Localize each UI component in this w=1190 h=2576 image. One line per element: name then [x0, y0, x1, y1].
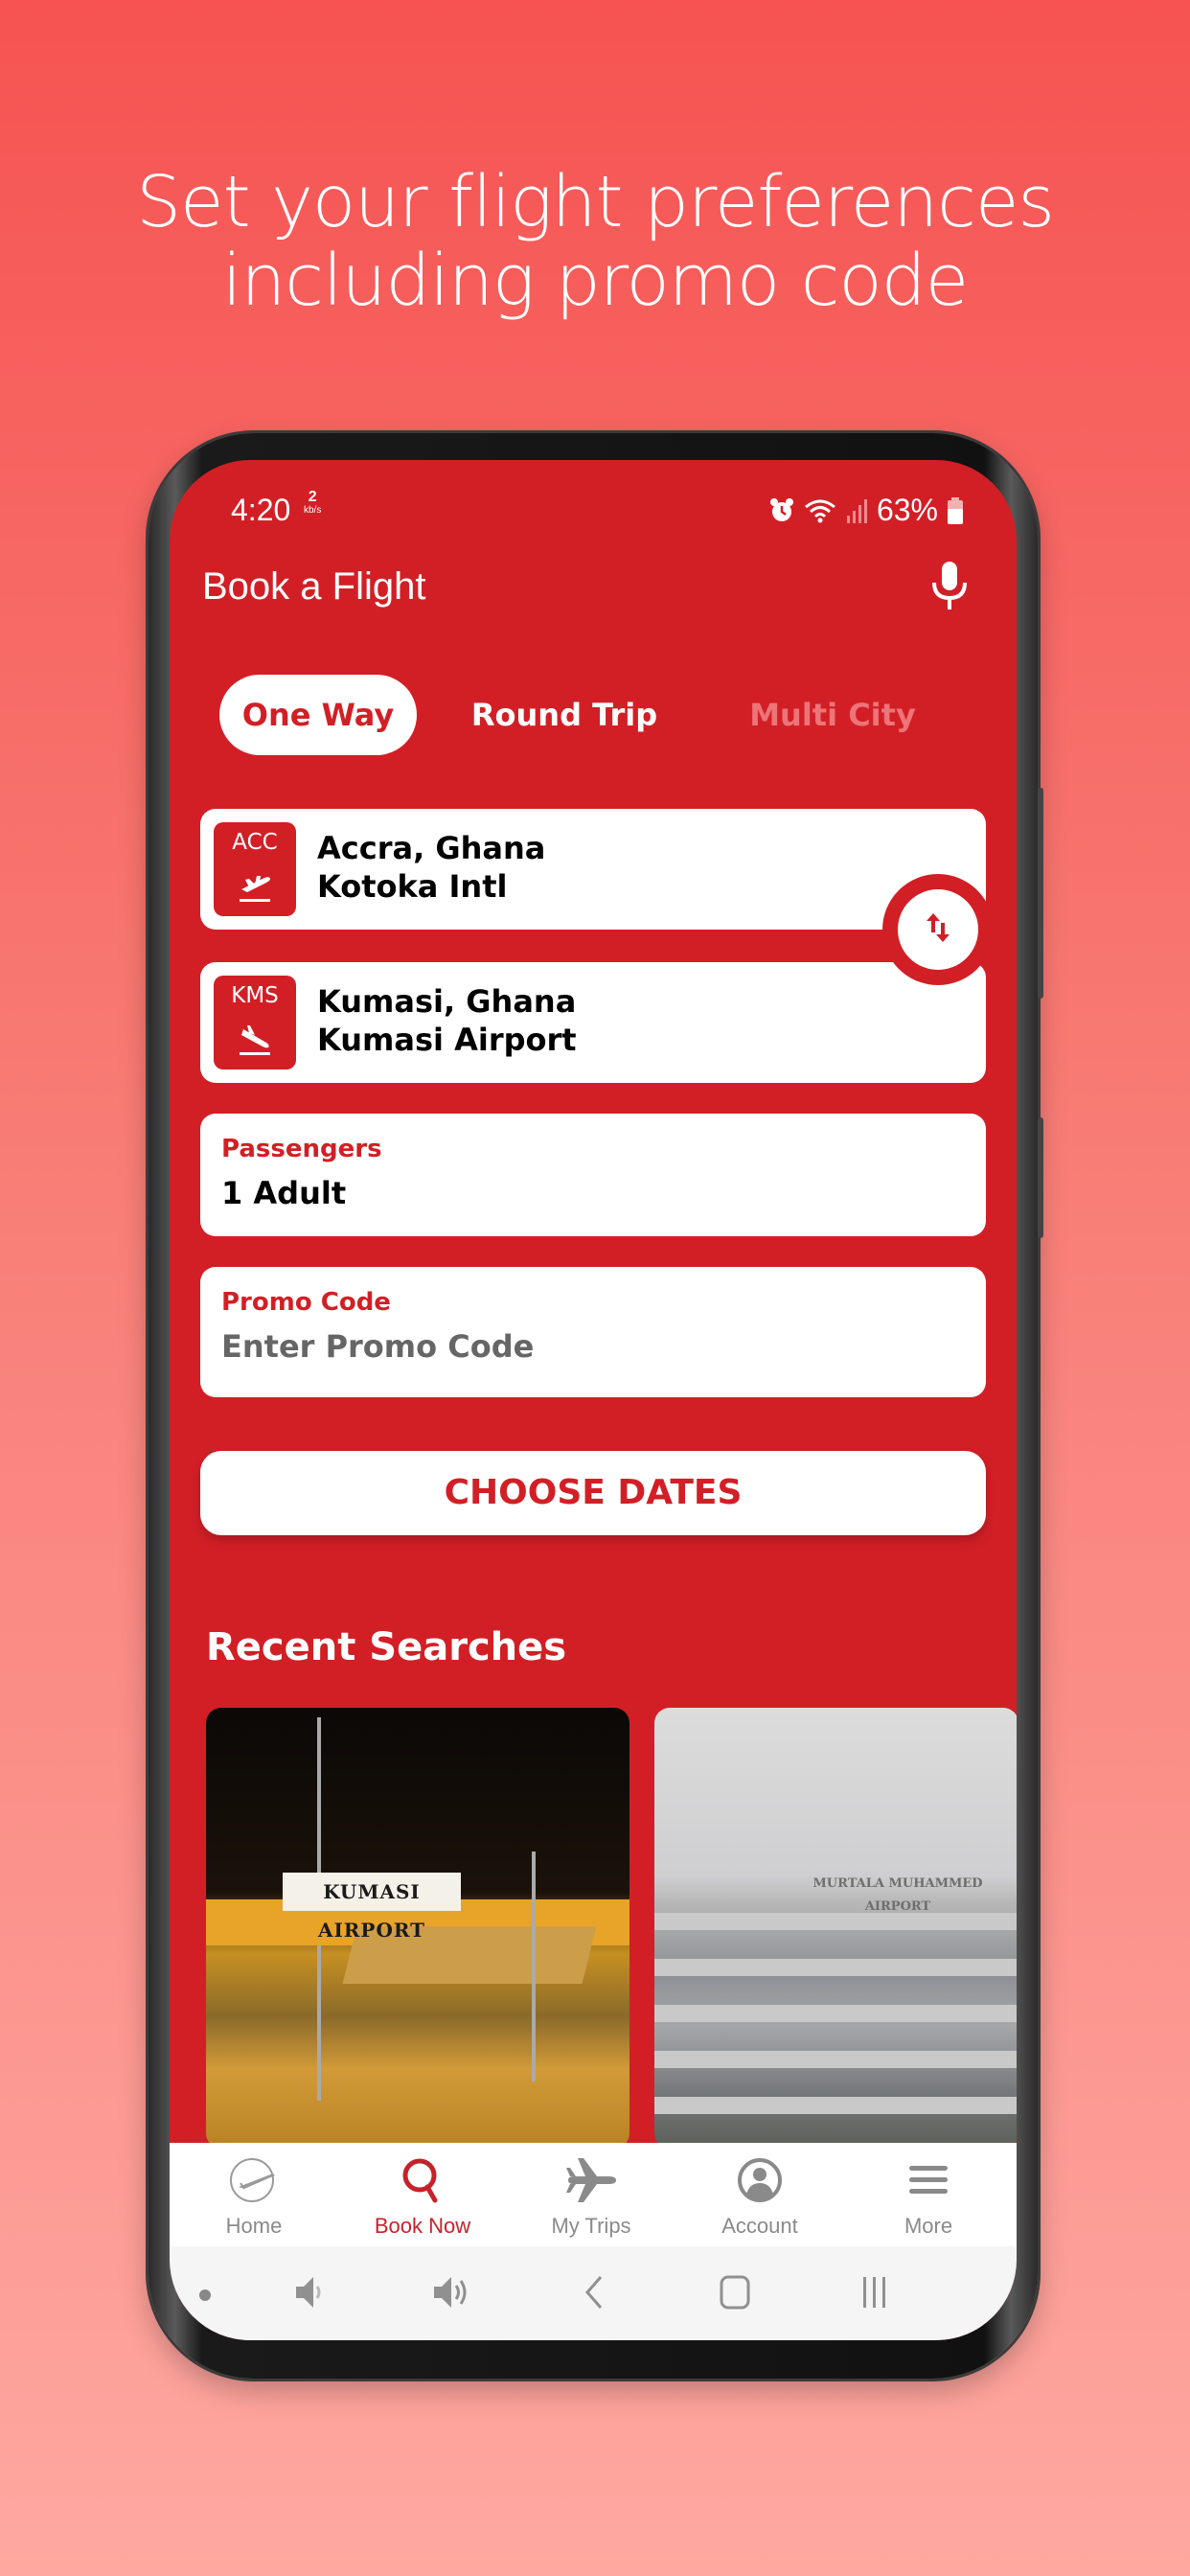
home-icon[interactable]: [716, 2273, 754, 2316]
destination-city: Kumasi, Ghana: [317, 983, 577, 1020]
airport-sign: MURTALA MUHAMMED AIRPORT: [812, 1876, 983, 1914]
promo-code-input[interactable]: [221, 1328, 950, 1365]
destination-code-badge: KMS: [214, 976, 296, 1070]
origin-airport: Kotoka Intl: [317, 868, 508, 905]
airplane-icon: [507, 2156, 675, 2204]
nav-home-label: Home: [225, 2214, 283, 2238]
headline-line-2: including promo code: [221, 240, 969, 322]
nav-account[interactable]: Account: [675, 2143, 844, 2246]
nav-book-now[interactable]: Book Now: [338, 2143, 507, 2246]
destination-selector[interactable]: KMS Kumasi, Ghana Kumasi Airport: [200, 962, 986, 1083]
menu-icon: [844, 2156, 1013, 2204]
network-speed-unit: kb/s: [304, 505, 322, 516]
signal-icon: [846, 498, 867, 523]
building-floor: [654, 1959, 1017, 1976]
tab-round-trip[interactable]: Round Trip: [459, 675, 670, 755]
choose-dates-button[interactable]: CHOOSE DATES: [200, 1451, 986, 1535]
phone-screen: 4:20 2 kb/s 63% Book a Flight One Way Ro…: [170, 460, 1017, 2340]
status-bar: 4:20 2 kb/s 63%: [170, 487, 1017, 535]
recent-search-card[interactable]: KUMASI AIRPORT: [206, 1708, 629, 2149]
network-speed: 2 kb/s: [304, 489, 322, 518]
network-speed-value: 2: [308, 489, 317, 505]
battery-icon: [948, 496, 963, 524]
recent-searches-heading: Recent Searches: [206, 1625, 567, 1669]
wifi-icon: [804, 497, 836, 524]
account-icon: [675, 2156, 844, 2204]
destination-airport: Kumasi Airport: [317, 1022, 577, 1058]
swap-vertical-icon: [924, 911, 952, 949]
origin-code-badge: ACC: [214, 822, 296, 916]
passengers-label: Passengers: [221, 1135, 382, 1163]
origin-code: ACC: [232, 830, 278, 855]
phone-volume-button: [1038, 788, 1043, 999]
building-floor: [654, 1913, 1017, 1930]
battery-percent: 63%: [876, 493, 938, 527]
system-navigation-bar: [170, 2246, 1017, 2340]
nav-more-label: More: [904, 2214, 953, 2238]
origin-city: Accra, Ghana: [317, 830, 546, 866]
tab-multi-city[interactable]: Multi City: [727, 675, 938, 755]
dot-icon[interactable]: [198, 2288, 212, 2307]
landing-icon: [214, 1020, 296, 1058]
recent-search-card[interactable]: MURTALA MUHAMMED AIRPORT: [654, 1708, 1017, 2149]
search-icon: [338, 2156, 507, 2204]
nav-my-trips[interactable]: My Trips: [507, 2143, 675, 2246]
headline-line-1: Set your flight preferences: [136, 161, 1055, 243]
volume-up-icon[interactable]: [430, 2273, 478, 2316]
nav-more[interactable]: More: [844, 2143, 1013, 2246]
swap-locations-button[interactable]: [882, 874, 994, 985]
back-icon[interactable]: [580, 2273, 608, 2316]
recents-icon[interactable]: [856, 2273, 894, 2316]
nav-account-label: Account: [721, 2214, 798, 2238]
building-floor: [654, 2005, 1017, 2022]
volume-down-icon[interactable]: [292, 2273, 331, 2316]
status-icons: 63%: [769, 493, 963, 528]
tab-one-way[interactable]: One Way: [219, 675, 417, 755]
flag-pole: [532, 1852, 536, 2082]
alarm-icon: [769, 497, 794, 524]
status-time: 4:20: [231, 493, 291, 527]
destination-code: KMS: [231, 983, 279, 1008]
voice-search-button[interactable]: [930, 560, 969, 616]
passengers-field[interactable]: Passengers 1 Adult: [200, 1114, 986, 1236]
passengers-value: 1 Adult: [221, 1175, 347, 1211]
nav-my-trips-label: My Trips: [551, 2214, 631, 2238]
promo-code-field: Promo Code: [200, 1267, 986, 1397]
page-title: Book a Flight: [202, 565, 426, 608]
trip-type-tabs: One Way Round Trip Multi City: [219, 675, 967, 755]
bottom-navigation: Home Book Now My Trips Account More: [170, 2143, 1017, 2246]
building-floor: [654, 2097, 1017, 2114]
promo-headline: Set your flight preferences including pr…: [0, 163, 1190, 320]
origin-selector[interactable]: ACC Accra, Ghana Kotoka Intl: [200, 809, 986, 930]
building-floor: [654, 2051, 1017, 2068]
nav-home[interactable]: Home: [170, 2143, 338, 2246]
promo-code-label: Promo Code: [221, 1288, 391, 1317]
airport-sign: KUMASI AIRPORT: [283, 1873, 461, 1942]
takeoff-icon: [214, 866, 296, 905]
mic-icon: [930, 562, 969, 615]
home-logo-icon: [170, 2156, 338, 2204]
nav-book-now-label: Book Now: [374, 2214, 471, 2238]
phone-power-button: [1038, 1117, 1043, 1238]
